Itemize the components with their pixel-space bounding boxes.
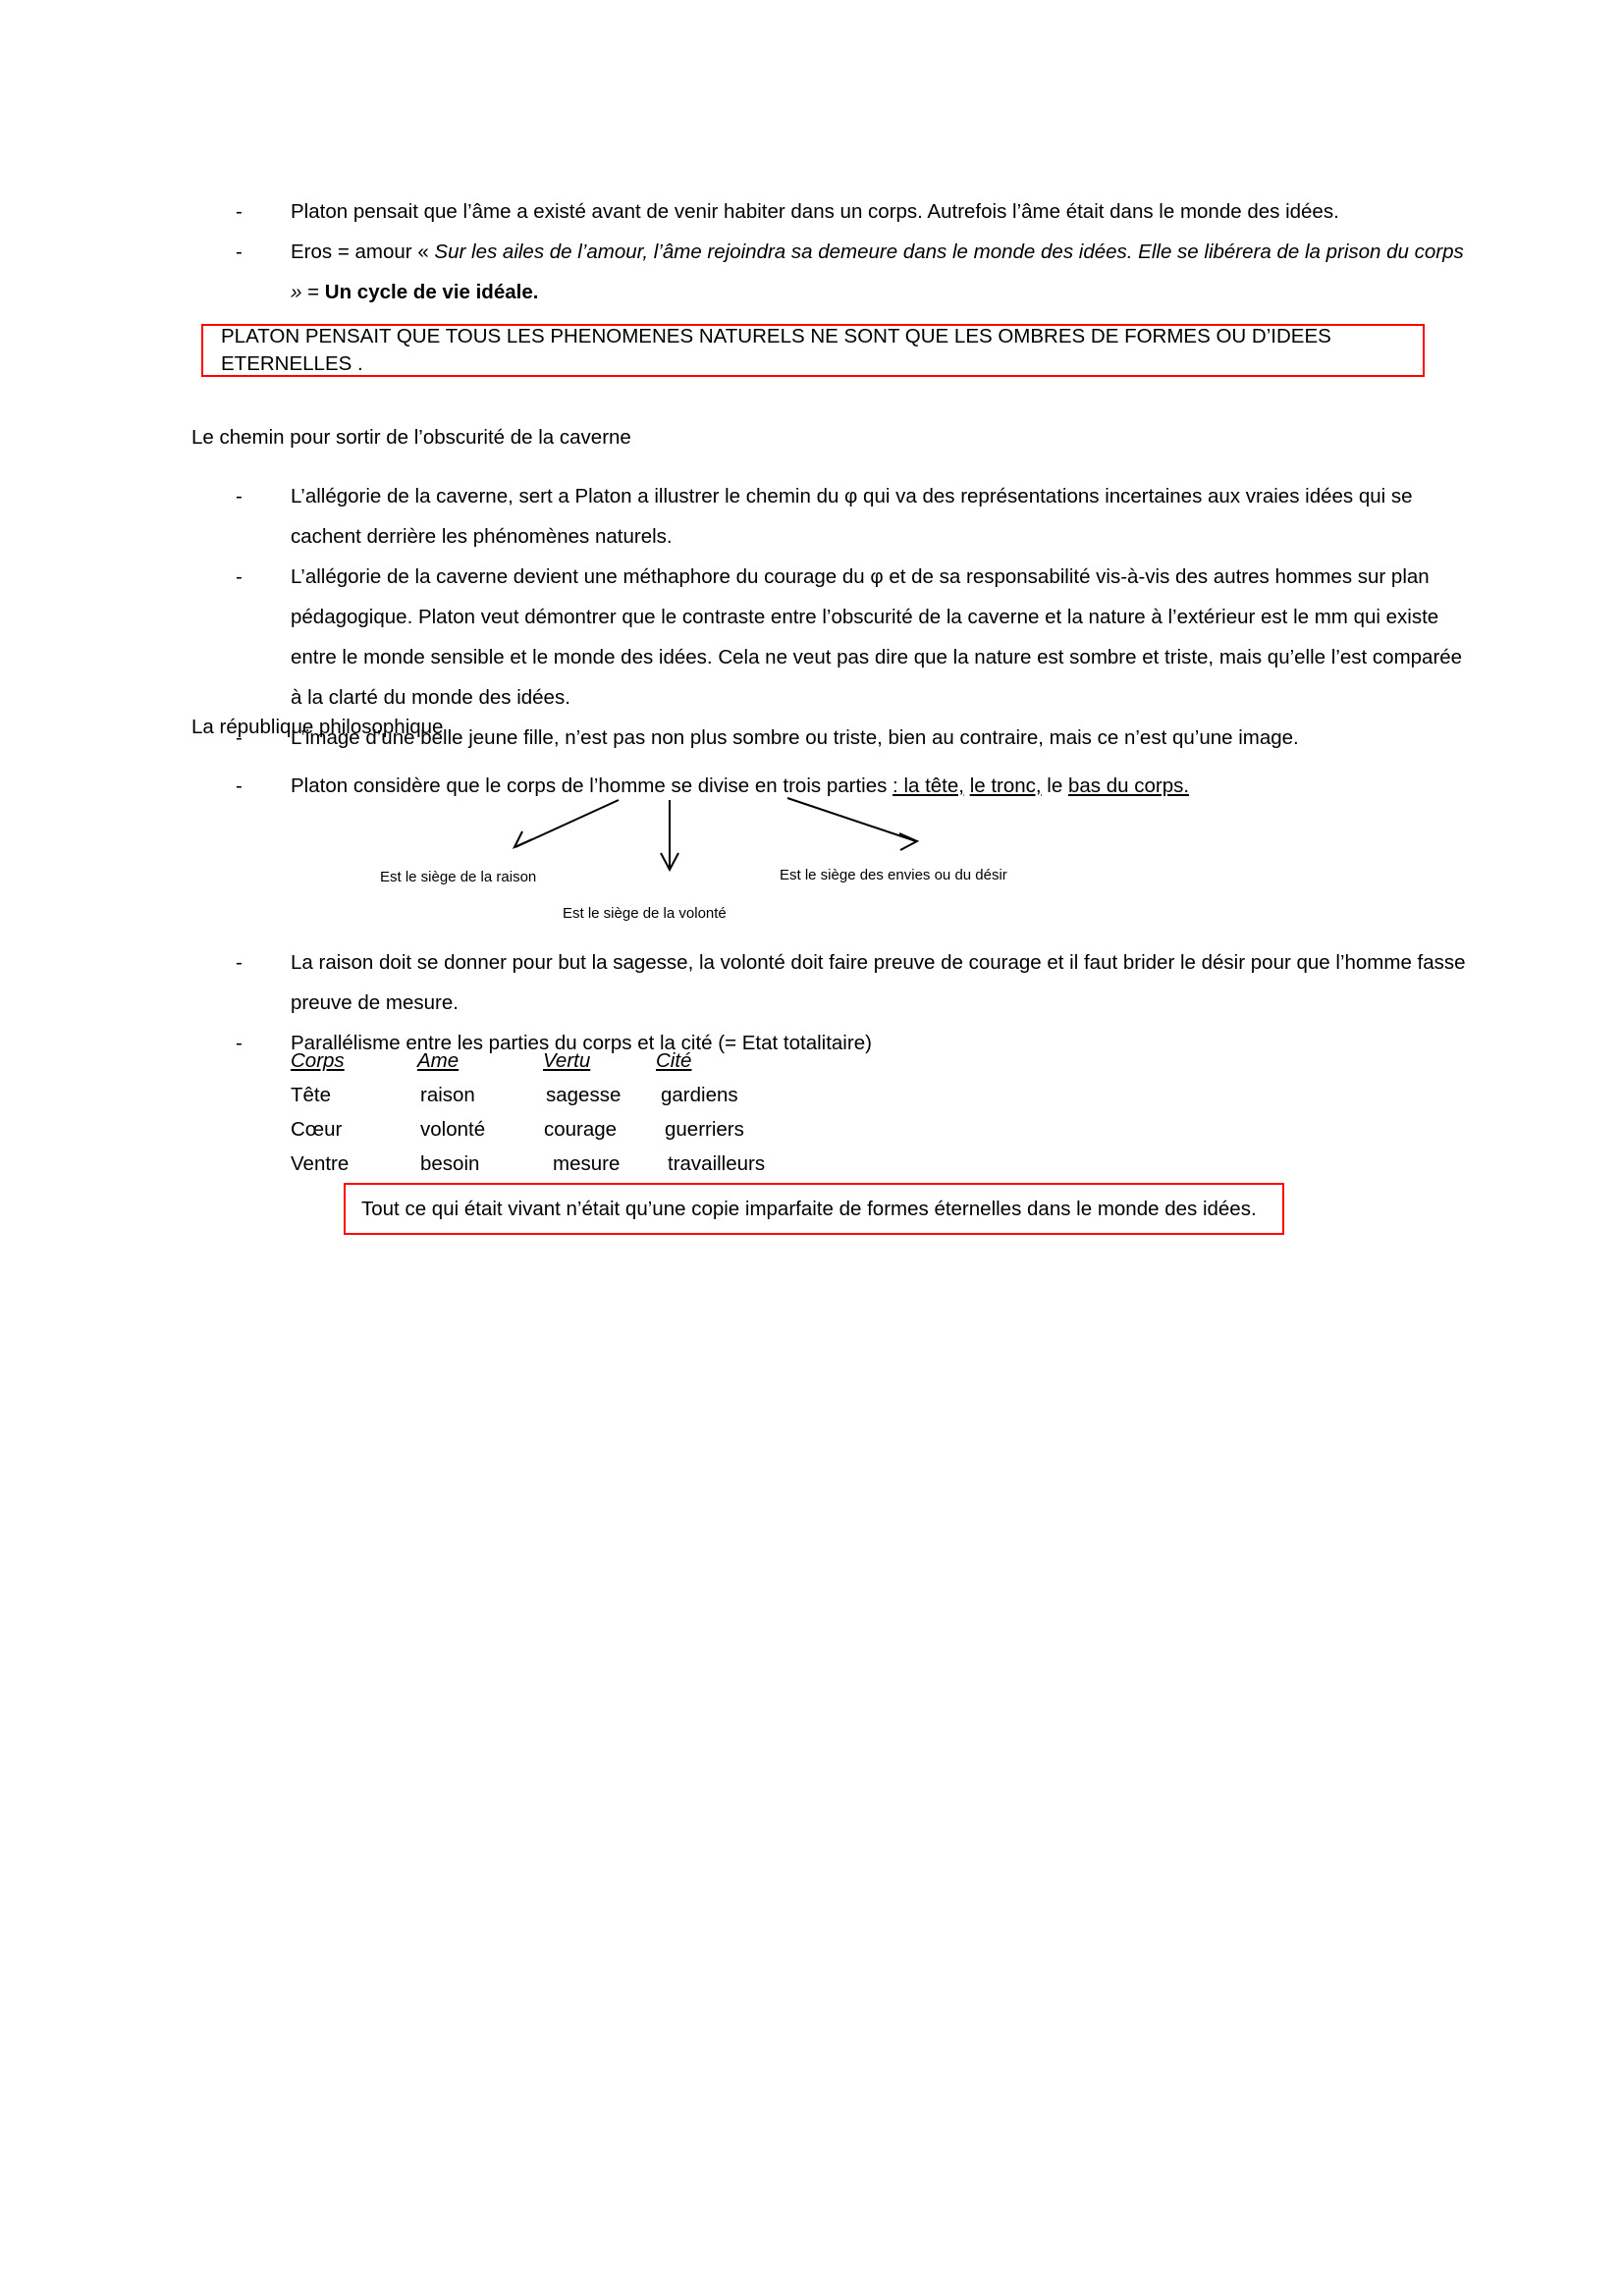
callout-text: PLATON PENSAIT QUE TOUS LES PHENOMENES N… — [221, 325, 1331, 375]
table-cell: Cœur — [291, 1118, 343, 1141]
section-heading-text: La république philosophique — [191, 716, 444, 738]
table-cell: volonté — [420, 1118, 486, 1141]
callout-box-platon: PLATON PENSAIT QUE TOUS LES PHENOMENES N… — [201, 324, 1425, 377]
table-header-row: Corps Ame Vertu Cité — [291, 1043, 825, 1078]
table-header-corps: Corps — [291, 1049, 345, 1072]
table-cell: courage — [544, 1118, 618, 1141]
table-header-cite: Cité — [656, 1049, 692, 1072]
diagram-label-raison: Est le siège de la raison — [380, 869, 537, 885]
table-cell: besoin — [420, 1152, 480, 1175]
callout-box-copie-imparfaite: Tout ce qui était vivant n’était qu’une … — [344, 1183, 1284, 1235]
list-item: - La raison doit se donner pour but la s… — [236, 942, 1471, 1023]
diagram-label-volonte: Est le siège de la volonté — [563, 905, 727, 922]
eros-equals: = — [301, 281, 325, 303]
table-header-vertu: Vertu — [543, 1049, 591, 1072]
section-heading-text: Le chemin pour sortir de l’obscurité de … — [191, 426, 631, 449]
section-heading-republique: La république philosophique — [191, 707, 1468, 747]
table-cell: guerriers — [665, 1118, 744, 1141]
bullet-dash: - — [236, 200, 243, 223]
table-row: Tête raison sagesse gardiens — [291, 1078, 825, 1112]
bullet-dash: - — [236, 485, 243, 507]
callout-text: Tout ce qui était vivant n’était qu’une … — [361, 1197, 1257, 1220]
arrow-right — [786, 797, 920, 851]
arrow-left — [512, 799, 620, 850]
table-header-ame: Ame — [417, 1049, 460, 1072]
table-cell: mesure — [553, 1152, 621, 1175]
three-parts-arrow-diagram: Est le siège de la raison Est le siège d… — [187, 790, 1502, 922]
bullet-text: La raison doit se donner pour but la sag… — [291, 951, 1466, 1014]
table-cell: Tête — [291, 1084, 332, 1106]
diagram-label-desir: Est le siège des envies ou du désir — [780, 867, 1007, 883]
list-item: - Platon pensait que l’âme a existé avan… — [236, 191, 1471, 232]
parallelism-table: Corps Ame Vertu Cité Tête raison sagesse… — [291, 1043, 825, 1181]
bullet-text: L’allégorie de la caverne devient une mé… — [291, 565, 1463, 709]
list-item: - L’allégorie de la caverne devient une … — [236, 557, 1471, 718]
list-item: - L’allégorie de la caverne, sert a Plat… — [236, 476, 1471, 557]
bullet-text: Platon pensait que l’âme a existé avant … — [291, 200, 1339, 223]
table-cell: sagesse — [546, 1084, 622, 1106]
arrow-diagram-svg — [512, 797, 920, 873]
bullet-dash: - — [236, 951, 243, 974]
section-heading-chemin: Le chemin pour sortir de l’obscurité de … — [191, 417, 1468, 457]
eros-conclusion: Un cycle de vie idéale. — [324, 281, 539, 303]
table-row: Cœur volonté courage guerriers — [291, 1112, 825, 1147]
document-page: - Platon pensait que l’âme a existé avan… — [0, 0, 1623, 2296]
arrow-center — [660, 800, 679, 873]
table-row: Ventre besoin mesure travailleurs — [291, 1147, 825, 1181]
table-cell: gardiens — [661, 1084, 738, 1106]
bullet-dash: - — [236, 565, 243, 588]
table-cell: raison — [420, 1084, 475, 1106]
bullet-text: L’allégorie de la caverne, sert a Platon… — [291, 485, 1413, 548]
eros-lead: Eros = amour « — [291, 240, 435, 263]
list-item: - Eros = amour « Sur les ailes de l’amou… — [236, 232, 1471, 312]
bullet-text: Eros = amour « Sur les ailes de l’amour,… — [291, 232, 1471, 312]
intro-bullet-list: - Platon pensait que l’âme a existé avan… — [0, 191, 1623, 312]
bullet-dash: - — [236, 1032, 243, 1054]
bullet-dash: - — [236, 240, 243, 263]
table-cell: travailleurs — [668, 1152, 766, 1175]
table-cell: Ventre — [291, 1152, 350, 1175]
